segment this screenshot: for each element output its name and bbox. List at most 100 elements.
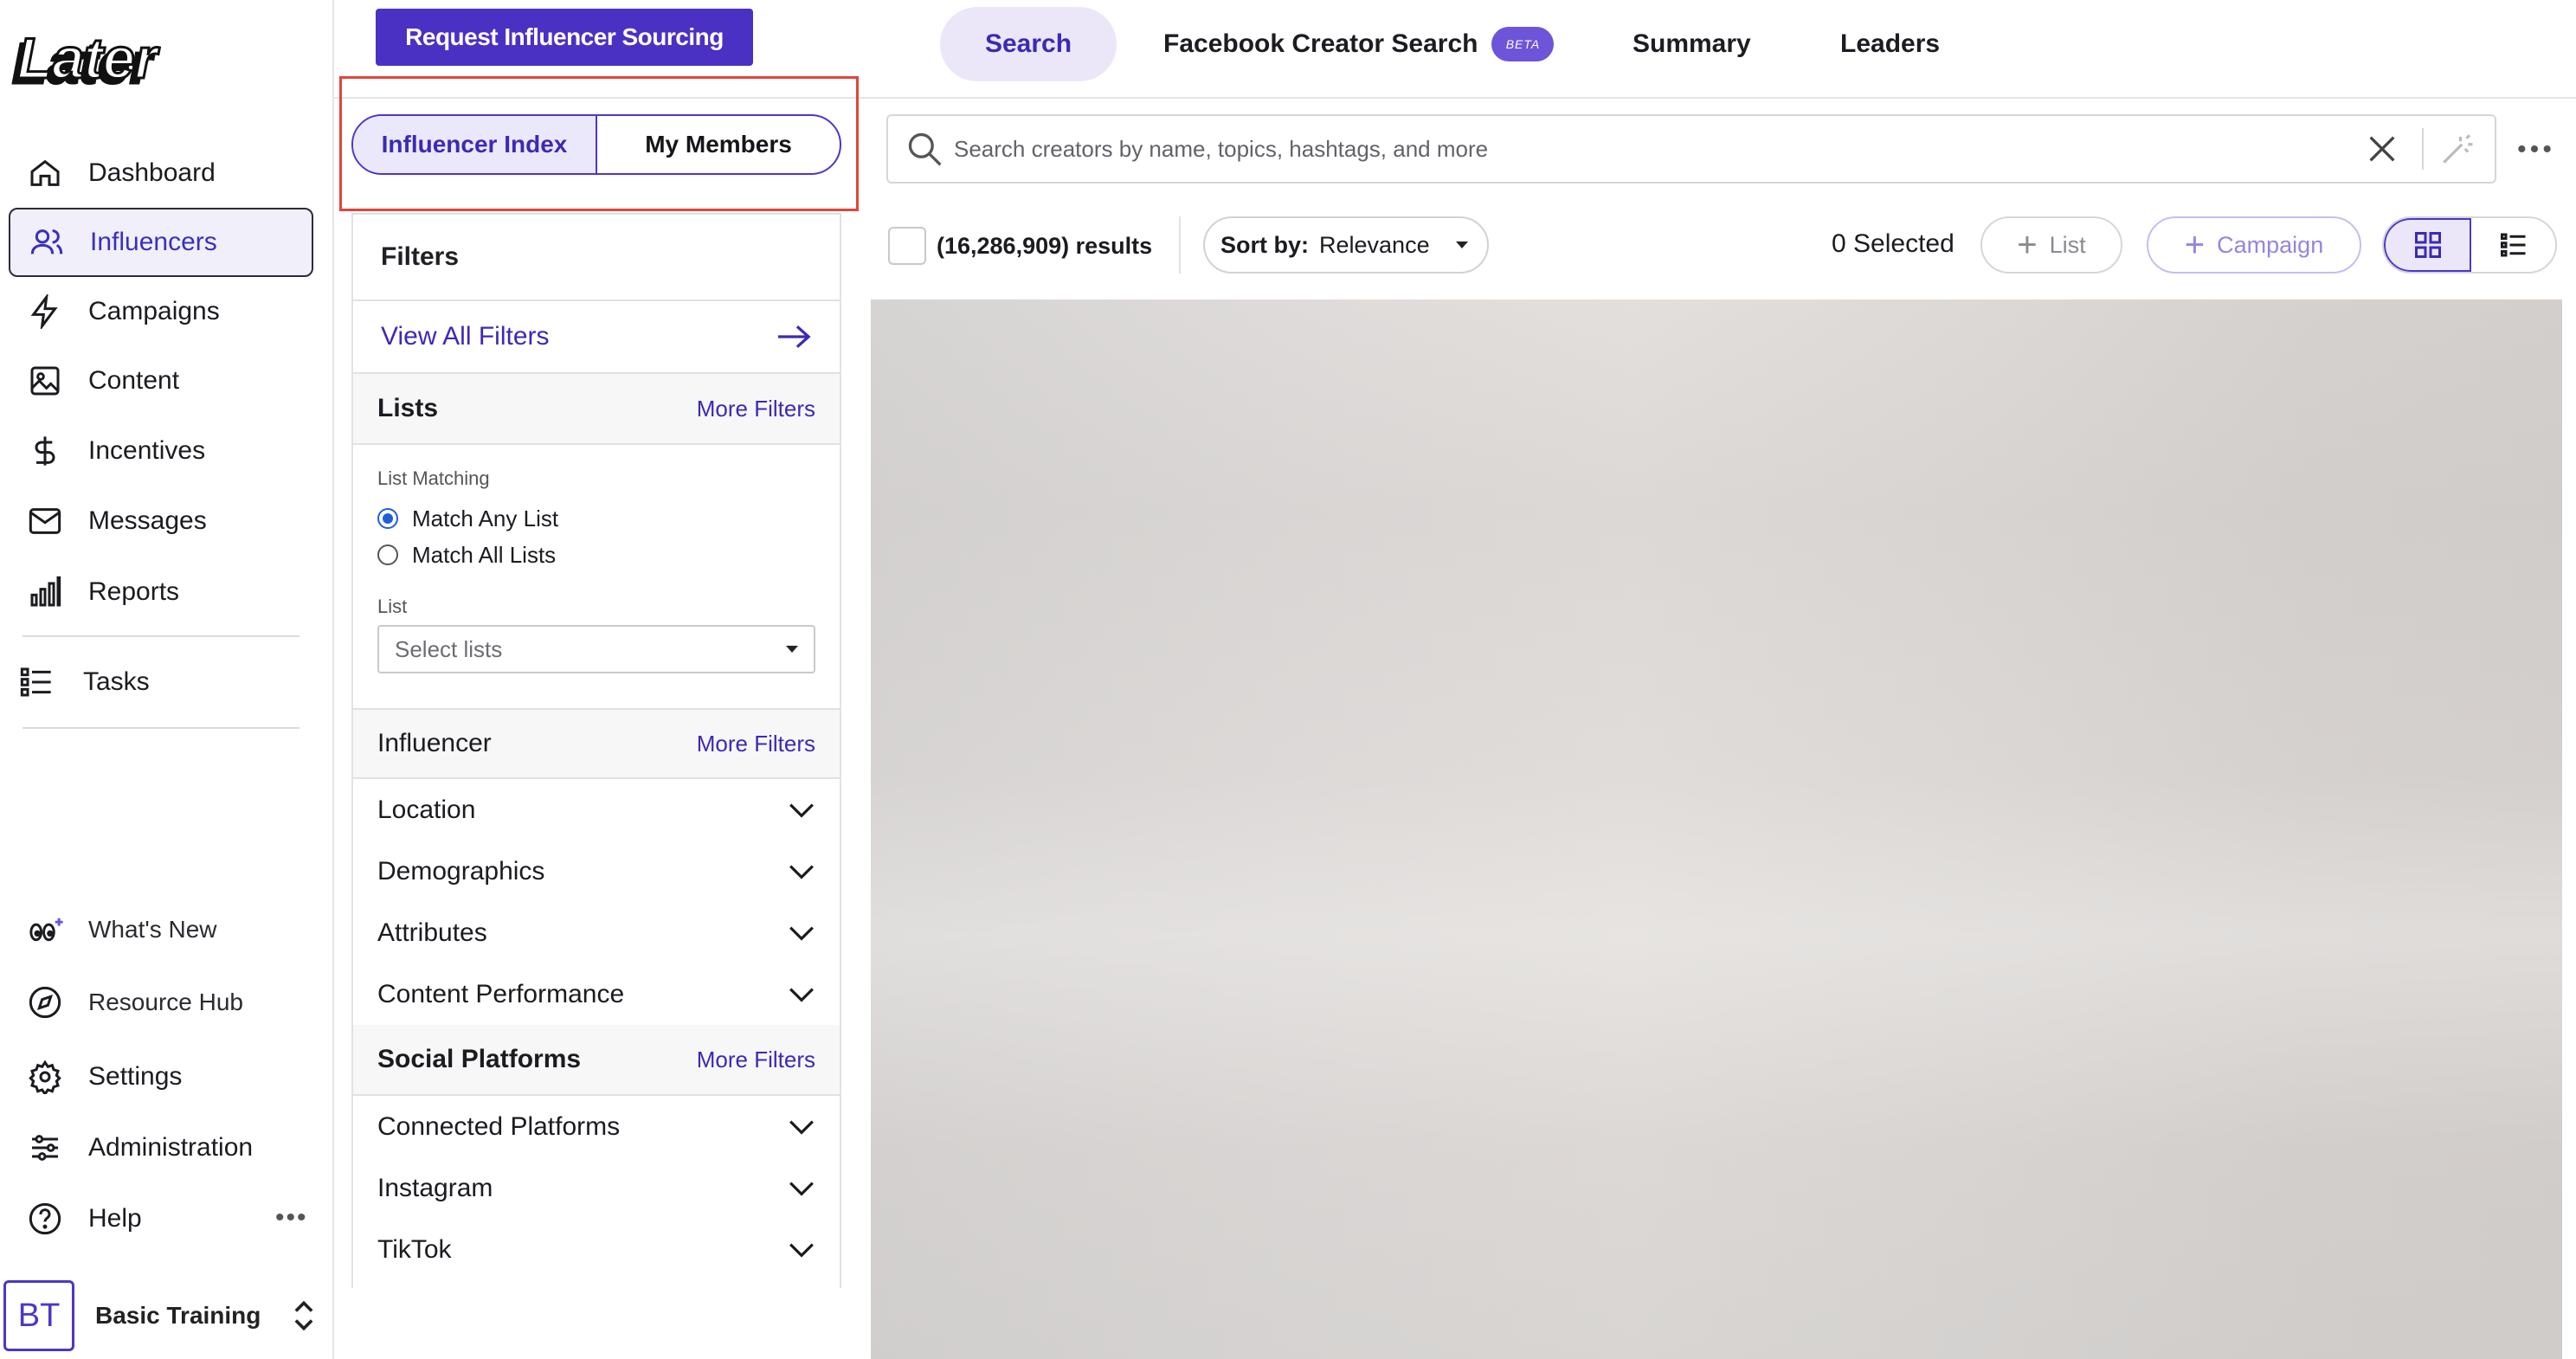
filter-row-demographics[interactable]: Demographics: [353, 841, 840, 902]
account-switcher[interactable]: BT Basic Training: [3, 1279, 324, 1352]
sidebar-item-label: Incentives: [88, 436, 206, 465]
sidebar-item-label: Help: [88, 1204, 142, 1233]
select-lists-dropdown[interactable]: Select lists: [377, 625, 815, 673]
account-name: Basic Training: [95, 1302, 261, 1329]
sidebar-item-help[interactable]: Help: [9, 1184, 313, 1253]
add-to-list-button[interactable]: + List: [1980, 216, 2122, 274]
selected-count: 0 Selected: [1832, 229, 1955, 258]
sidebar-item-whats-new[interactable]: What's New: [9, 895, 313, 964]
sidebar-item-content[interactable]: Content: [9, 346, 313, 415]
more-filters-link[interactable]: More Filters: [697, 1047, 815, 1073]
sidebar-item-resource-hub[interactable]: Resource Hub: [9, 968, 313, 1037]
search-icon: [908, 132, 942, 166]
sidebar-item-label: Settings: [88, 1062, 183, 1091]
sort-value: Relevance: [1319, 231, 1430, 258]
bolt-icon: [26, 293, 64, 331]
select-placeholder: Select lists: [395, 635, 503, 662]
tab-label: Search: [984, 29, 1072, 58]
search-box: Search creators by name, topics, hashtag…: [886, 114, 2496, 184]
filter-row-connected-platforms[interactable]: Connected Platforms: [353, 1096, 840, 1157]
filter-row-tiktok[interactable]: TikTok: [353, 1219, 840, 1280]
button-label: Campaign: [2217, 231, 2324, 258]
sidebar-item-reports[interactable]: Reports: [9, 557, 313, 627]
arrow-right-icon: [777, 325, 811, 348]
filter-row-instagram[interactable]: Instagram: [353, 1157, 840, 1219]
magic-wand-icon[interactable]: [2439, 131, 2476, 167]
sidebar-item-label: Content: [88, 366, 180, 395]
radio-checked-icon: [377, 508, 398, 529]
beta-badge: BETA: [1491, 27, 1555, 61]
checklist-icon: [17, 663, 55, 701]
sidebar: Later Later Dashboard Influencers Campai…: [0, 0, 334, 1359]
tab-summary[interactable]: Summary: [1633, 7, 1751, 81]
sidebar-item-label: Tasks: [83, 667, 150, 696]
help-icon: [26, 1200, 64, 1238]
filter-row-location[interactable]: Location: [353, 779, 840, 841]
chevron-down-icon: [789, 1242, 814, 1258]
filters-title: Filters: [353, 215, 840, 301]
sidebar-item-tasks[interactable]: Tasks: [9, 647, 313, 717]
add-to-campaign-button[interactable]: + Campaign: [2147, 216, 2361, 274]
chevron-down-icon: [789, 1181, 814, 1196]
select-all-checkbox[interactable]: [888, 227, 926, 265]
sidebar-item-influencers[interactable]: Influencers: [9, 208, 313, 277]
filter-row-content-performance[interactable]: Content Performance: [353, 963, 840, 1025]
sidebar-item-campaigns[interactable]: Campaigns: [9, 277, 313, 346]
filter-label: Location: [377, 795, 476, 824]
view-all-filters-link[interactable]: View All Filters: [353, 301, 840, 374]
influencer-section-header: Influencer More Filters: [353, 708, 840, 779]
filter-label: TikTok: [377, 1234, 452, 1264]
sidebar-item-dashboard[interactable]: Dashboard: [9, 138, 313, 208]
filter-label: Instagram: [377, 1173, 493, 1202]
filter-row-attributes[interactable]: Attributes: [353, 902, 840, 963]
radio-unchecked-icon: [377, 544, 398, 565]
chevron-down-icon: [789, 864, 814, 879]
sidebar-item-label: Reports: [88, 577, 180, 606]
request-influencer-sourcing-button[interactable]: Request Influencer Sourcing: [376, 9, 753, 66]
sidebar-item-messages[interactable]: Messages: [9, 486, 313, 556]
influencer-index-option[interactable]: Influencer Index: [353, 116, 597, 173]
close-icon[interactable]: [2365, 132, 2399, 166]
bar-chart-icon: [26, 573, 64, 611]
filter-label: Attributes: [377, 918, 487, 947]
chevron-up-down-icon[interactable]: [291, 1297, 317, 1335]
sidebar-item-label: Resource Hub: [88, 989, 243, 1015]
caret-down-icon: [1455, 242, 1468, 248]
sidebar-item-settings[interactable]: Settings: [9, 1042, 313, 1111]
grid-view-button[interactable]: [2384, 218, 2471, 272]
chevron-down-icon: [789, 1119, 814, 1135]
tab-leaders[interactable]: Leaders: [1840, 7, 1940, 81]
filter-label: Connected Platforms: [377, 1111, 621, 1141]
sliders-icon: [26, 1129, 64, 1167]
sort-dropdown[interactable]: Sort by: Relevance: [1203, 216, 1489, 274]
plus-icon: +: [2184, 226, 2206, 264]
chevron-down-icon: [789, 925, 814, 941]
list-label: List: [377, 596, 408, 617]
sidebar-item-label: Messages: [88, 506, 207, 535]
compass-icon: [26, 983, 64, 1021]
sidebar-divider: [23, 727, 299, 729]
sidebar-item-incentives[interactable]: Incentives: [9, 416, 313, 486]
more-options-icon[interactable]: [2515, 130, 2553, 168]
match-any-list-radio[interactable]: Match Any List: [377, 500, 815, 537]
more-filters-link[interactable]: More Filters: [697, 396, 815, 422]
search-input[interactable]: Search creators by name, topics, hashtag…: [954, 136, 2365, 163]
sidebar-item-administration[interactable]: Administration: [9, 1113, 313, 1182]
tab-facebook-creator-search[interactable]: Facebook Creator Search BETA: [1163, 7, 1555, 81]
mail-icon: [26, 502, 64, 540]
results-count: (16,286,909) results: [937, 233, 1153, 259]
button-label: List: [2049, 231, 2086, 258]
search-divider: [2422, 128, 2424, 170]
later-logo[interactable]: Later Later: [9, 29, 194, 99]
section-title: Influencer: [377, 729, 492, 757]
my-members-option[interactable]: My Members: [597, 116, 840, 173]
help-more-icon[interactable]: •••: [275, 1203, 308, 1233]
match-all-lists-radio[interactable]: Match All Lists: [377, 537, 815, 573]
users-icon: [28, 223, 66, 261]
more-filters-link[interactable]: More Filters: [697, 731, 815, 757]
list-view-button[interactable]: [2471, 218, 2555, 272]
filter-label: Content Performance: [377, 979, 625, 1008]
lists-section-body: List Matching Match Any List Match All L…: [353, 445, 840, 708]
sidebar-item-label: What's New: [88, 916, 217, 943]
tab-search[interactable]: Search: [940, 7, 1117, 81]
